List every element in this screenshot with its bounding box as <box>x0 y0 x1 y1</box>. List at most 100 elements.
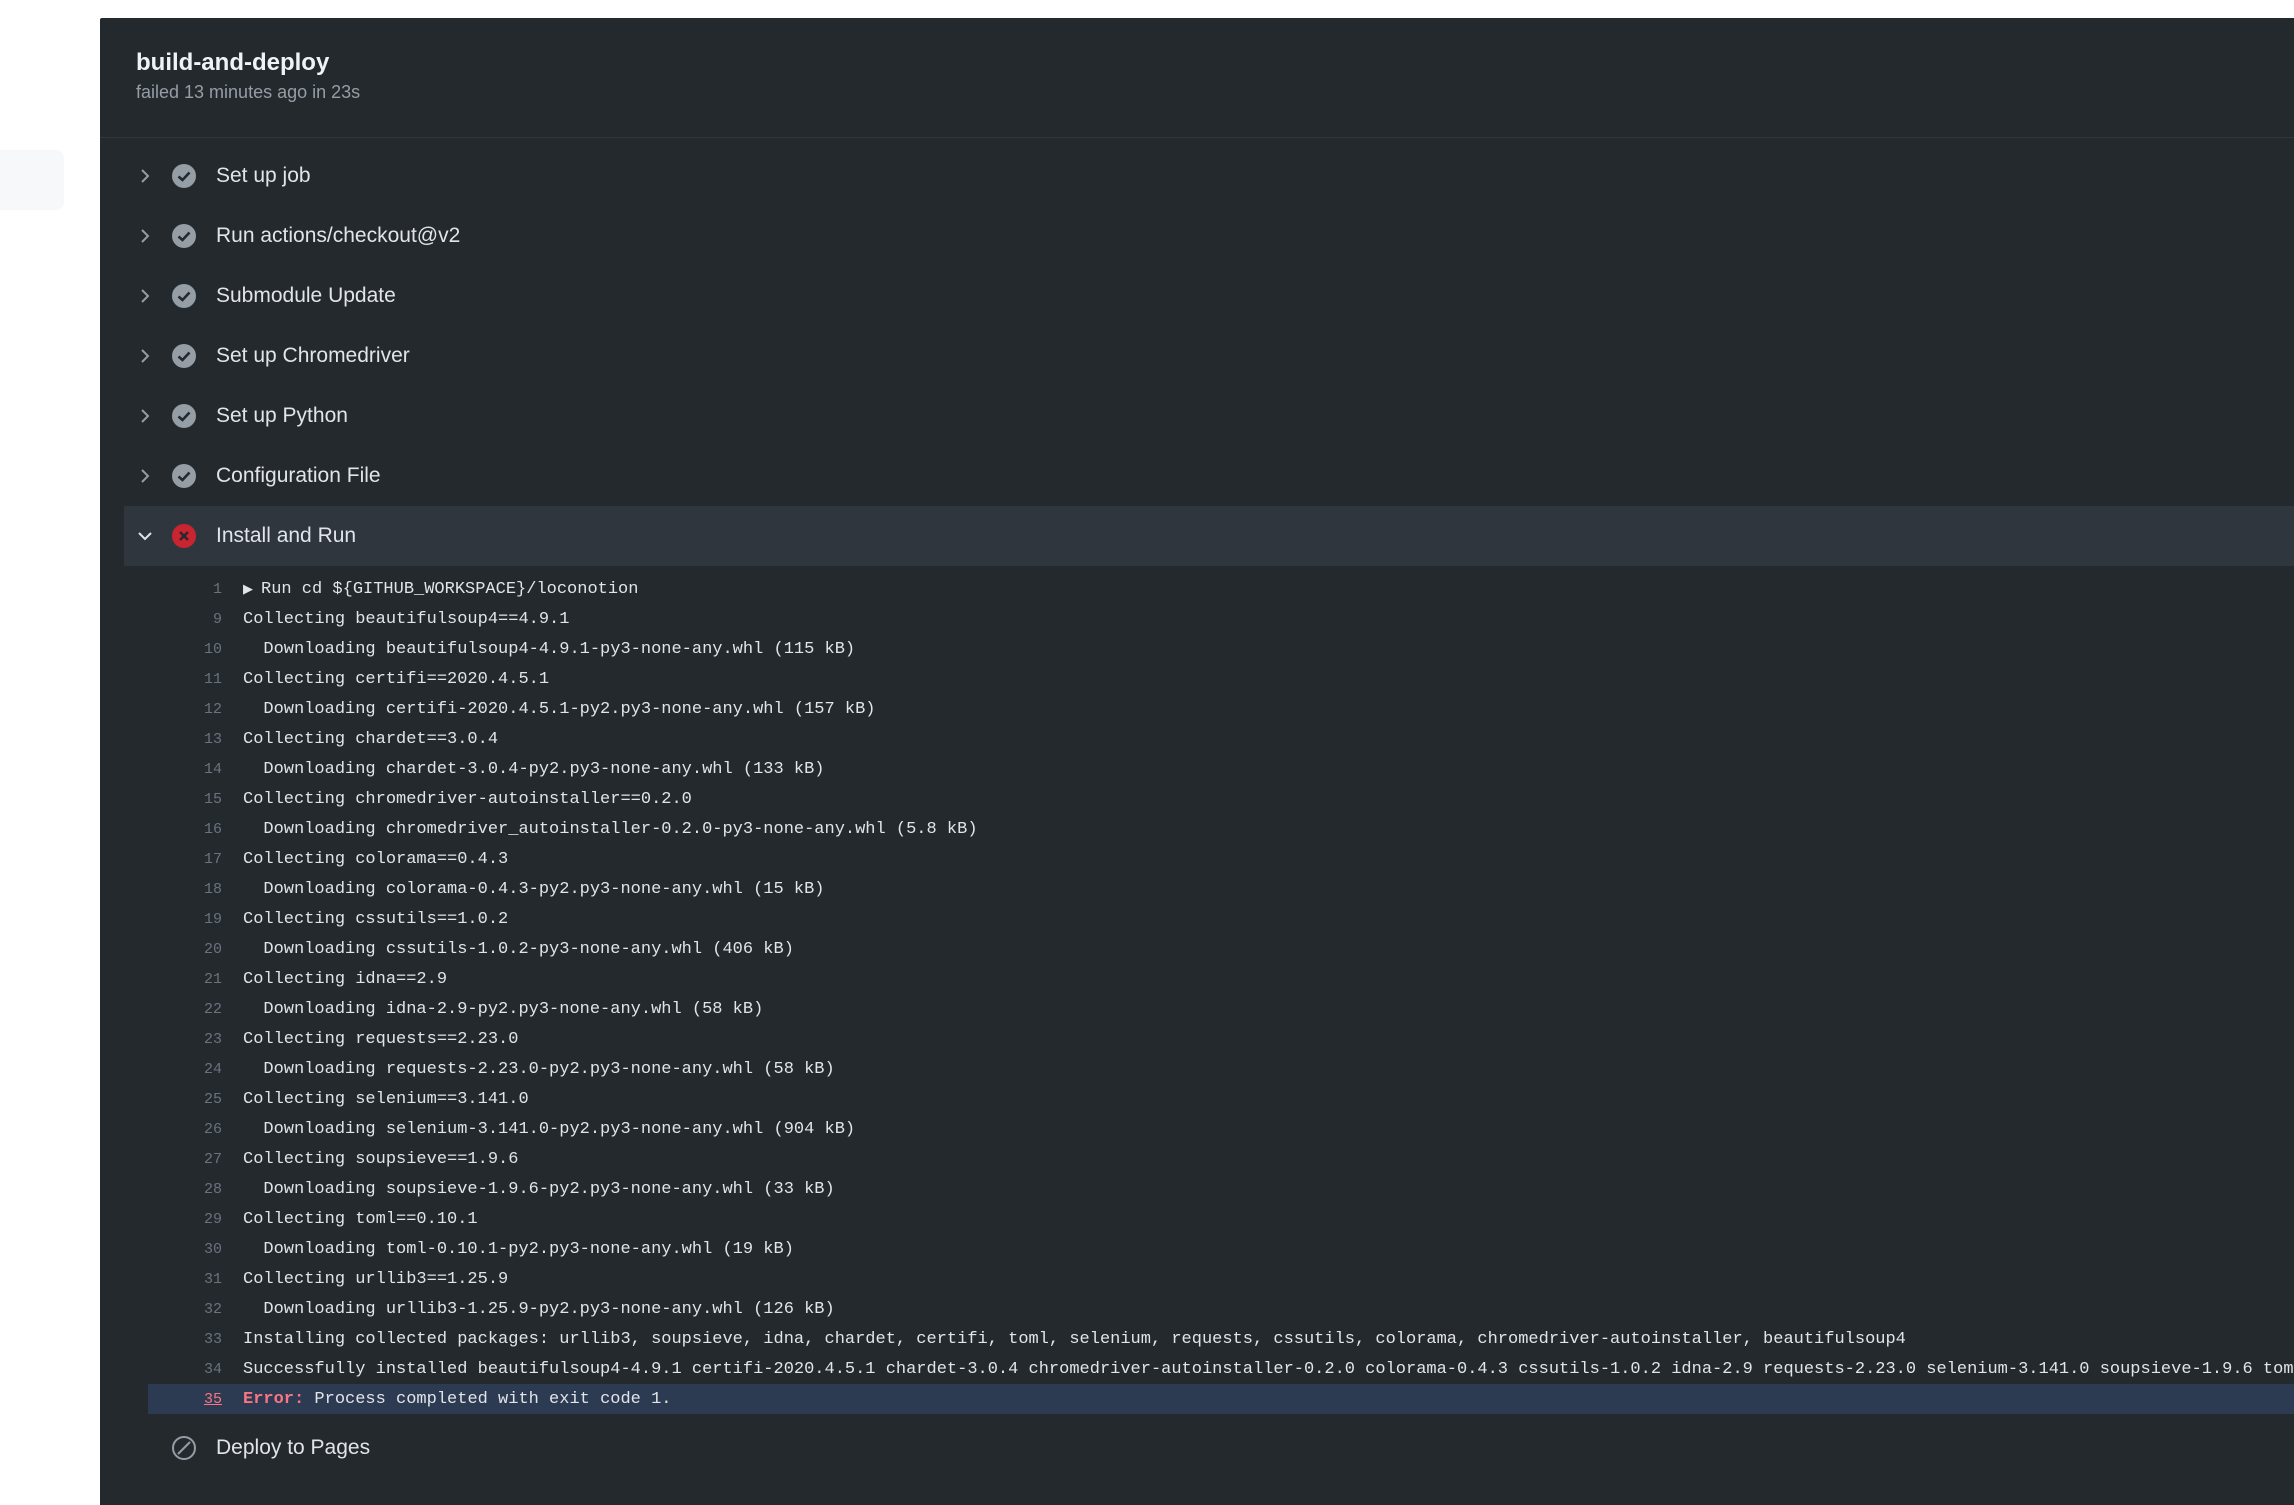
log-text: Collecting toml==0.10.1 <box>243 1209 478 1229</box>
chevron-right-icon <box>134 407 156 425</box>
line-number[interactable]: 35 <box>148 1391 222 1408</box>
log-text: Downloading toml-0.10.1-py2.py3-none-any… <box>243 1239 794 1259</box>
line-number[interactable]: 28 <box>148 1181 222 1198</box>
step-label: Set up Chromedriver <box>216 344 410 367</box>
log-line[interactable]: 17 Collecting colorama==0.4.3 <box>148 844 2294 874</box>
log-line[interactable]: 30 Downloading toml-0.10.1-py2.py3-none-… <box>148 1234 2294 1264</box>
line-number[interactable]: 12 <box>148 701 222 718</box>
job-header: build-and-deploy failed 13 minutes ago i… <box>100 18 2294 138</box>
line-number[interactable]: 17 <box>148 851 222 868</box>
x-circle-icon <box>170 522 198 550</box>
log-line[interactable]: 34 Successfully installed beautifulsoup4-… <box>148 1354 2294 1384</box>
line-number[interactable]: 29 <box>148 1211 222 1228</box>
step-install-and-run[interactable]: Install and Run <box>124 506 2294 566</box>
line-number[interactable]: 33 <box>148 1331 222 1348</box>
log-run-command: Run cd ${GITHUB_WORKSPACE}/loconotion <box>261 579 639 599</box>
log-text: Collecting chardet==3.0.4 <box>243 729 499 749</box>
step-label: Submodule Update <box>216 284 396 307</box>
log-line[interactable]: 29 Collecting toml==0.10.1 <box>148 1204 2294 1234</box>
log-text: Downloading chromedriver_autoinstaller-0… <box>243 819 978 839</box>
log-text: Collecting urllib3==1.25.9 <box>243 1269 509 1289</box>
line-number[interactable]: 24 <box>148 1061 222 1078</box>
step-set-up-python[interactable]: Set up Python <box>124 386 2294 446</box>
check-circle-icon <box>170 162 198 190</box>
step-submodule-update[interactable]: Submodule Update <box>124 266 2294 326</box>
triangle-right-icon: ▶ <box>243 581 253 597</box>
line-number[interactable]: 9 <box>148 611 222 628</box>
log-line[interactable]: 27 Collecting soupsieve==1.9.6 <box>148 1144 2294 1174</box>
line-number[interactable]: 20 <box>148 941 222 958</box>
step-set-up-job[interactable]: Set up job <box>124 146 2294 206</box>
step-log: 1 ▶ Run cd ${GITHUB_WORKSPACE}/loconotion… <box>124 566 2294 1418</box>
line-number[interactable]: 32 <box>148 1301 222 1318</box>
line-number[interactable]: 10 <box>148 641 222 658</box>
job-panel: build-and-deploy failed 13 minutes ago i… <box>100 18 2294 1505</box>
sidebar-item[interactable] <box>0 150 64 210</box>
log-line[interactable]: 1 ▶ Run cd ${GITHUB_WORKSPACE}/loconotion <box>148 574 2294 604</box>
check-circle-icon <box>170 462 198 490</box>
step-set-up-chromedriver[interactable]: Set up Chromedriver <box>124 326 2294 386</box>
check-circle-icon <box>170 282 198 310</box>
step-configuration-file[interactable]: Configuration File <box>124 446 2294 506</box>
line-number[interactable]: 25 <box>148 1091 222 1108</box>
log-text: Collecting chromedriver-autoinstaller==0… <box>243 789 692 809</box>
chevron-right-icon <box>134 347 156 365</box>
log-line[interactable]: 31 Collecting urllib3==1.25.9 <box>148 1264 2294 1294</box>
line-number[interactable]: 22 <box>148 1001 222 1018</box>
steps-list: Set up job Run actions/checkout@v2 Submo… <box>100 146 2294 1478</box>
log-line[interactable]: 10 Downloading beautifulsoup4-4.9.1-py3-… <box>148 634 2294 664</box>
log-line[interactable]: 22 Downloading idna-2.9-py2.py3-none-any… <box>148 994 2294 1024</box>
line-number[interactable]: 19 <box>148 911 222 928</box>
log-line[interactable]: 24 Downloading requests-2.23.0-py2.py3-n… <box>148 1054 2294 1084</box>
log-line[interactable]: 23 Collecting requests==2.23.0 <box>148 1024 2294 1054</box>
log-text: Downloading certifi-2020.4.5.1-py2.py3-n… <box>243 699 876 719</box>
log-line[interactable]: 20 Downloading cssutils-1.0.2-py3-none-a… <box>148 934 2294 964</box>
log-line[interactable]: 21 Collecting idna==2.9 <box>148 964 2294 994</box>
line-number[interactable]: 31 <box>148 1271 222 1288</box>
line-number[interactable]: 18 <box>148 881 222 898</box>
line-number[interactable]: 34 <box>148 1361 222 1378</box>
step-label: Configuration File <box>216 464 381 487</box>
log-line[interactable]: 19 Collecting cssutils==1.0.2 <box>148 904 2294 934</box>
log-line[interactable]: 18 Downloading colorama-0.4.3-py2.py3-no… <box>148 874 2294 904</box>
check-circle-icon <box>170 222 198 250</box>
log-line[interactable]: 28 Downloading soupsieve-1.9.6-py2.py3-n… <box>148 1174 2294 1204</box>
line-number[interactable]: 21 <box>148 971 222 988</box>
log-line[interactable]: 11 Collecting certifi==2020.4.5.1 <box>148 664 2294 694</box>
line-number[interactable]: 27 <box>148 1151 222 1168</box>
line-number[interactable]: 13 <box>148 731 222 748</box>
log-line[interactable]: 13 Collecting chardet==3.0.4 <box>148 724 2294 754</box>
log-line-error[interactable]: 35 Error: Process completed with exit co… <box>148 1384 2294 1414</box>
line-number[interactable]: 11 <box>148 671 222 688</box>
log-text: Installing collected packages: urllib3, … <box>243 1329 1906 1349</box>
chevron-right-icon <box>134 287 156 305</box>
step-deploy-to-pages[interactable]: Deploy to Pages <box>124 1418 2294 1478</box>
check-circle-icon <box>170 342 198 370</box>
error-message: Process completed with exit code 1. <box>304 1389 672 1409</box>
line-number[interactable]: 14 <box>148 761 222 778</box>
log-line[interactable]: 33 Installing collected packages: urllib3… <box>148 1324 2294 1354</box>
log-line[interactable]: 26 Downloading selenium-3.141.0-py2.py3-… <box>148 1114 2294 1144</box>
log-line[interactable]: 14 Downloading chardet-3.0.4-py2.py3-non… <box>148 754 2294 784</box>
line-number[interactable]: 30 <box>148 1241 222 1258</box>
log-text: Downloading idna-2.9-py2.py3-none-any.wh… <box>243 999 764 1019</box>
log-line[interactable]: 25 Collecting selenium==3.141.0 <box>148 1084 2294 1114</box>
log-line[interactable]: 12 Downloading certifi-2020.4.5.1-py2.py… <box>148 694 2294 724</box>
log-text: Collecting beautifulsoup4==4.9.1 <box>243 609 570 629</box>
log-text[interactable]: ▶ Run cd ${GITHUB_WORKSPACE}/loconotion <box>243 580 638 599</box>
log-line[interactable]: 32 Downloading urllib3-1.25.9-py2.py3-no… <box>148 1294 2294 1324</box>
line-number[interactable]: 26 <box>148 1121 222 1138</box>
log-text: Successfully installed beautifulsoup4-4.… <box>243 1359 2294 1379</box>
line-number[interactable]: 1 <box>148 581 222 598</box>
step-run-checkout[interactable]: Run actions/checkout@v2 <box>124 206 2294 266</box>
chevron-right-icon <box>134 227 156 245</box>
log-line[interactable]: 9 Collecting beautifulsoup4==4.9.1 <box>148 604 2294 634</box>
log-text: Downloading urllib3-1.25.9-py2.py3-none-… <box>243 1299 835 1319</box>
log-line[interactable]: 16 Downloading chromedriver_autoinstalle… <box>148 814 2294 844</box>
log-line[interactable]: 15 Collecting chromedriver-autoinstaller=… <box>148 784 2294 814</box>
line-number[interactable]: 16 <box>148 821 222 838</box>
check-circle-icon <box>170 402 198 430</box>
log-text: Collecting cssutils==1.0.2 <box>243 909 509 929</box>
line-number[interactable]: 23 <box>148 1031 222 1048</box>
line-number[interactable]: 15 <box>148 791 222 808</box>
